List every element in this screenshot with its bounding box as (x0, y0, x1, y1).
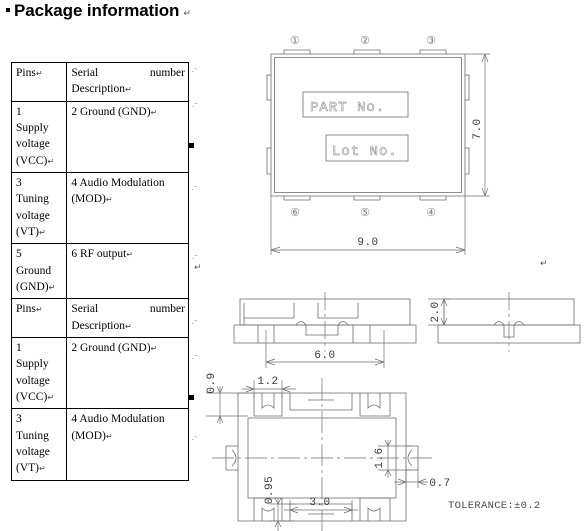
table-row: Pins↵ Serial number Description↵ (10, 62, 189, 102)
dimension-width-9: 9.0 (270, 196, 466, 255)
package-technical-drawing: ① ② ③ PART No. Lot No. ⑥ ⑤ ④ 7.0 9.0 6.0… (206, 35, 581, 531)
cell-cr-mark: ↵ (48, 282, 56, 292)
pin-number-1: ① (290, 35, 300, 47)
dimension-label-pad-width: 1.2 (257, 376, 278, 388)
dimension-label-edge-offset: 0.9 (206, 372, 218, 393)
table-cell-pins-header-2: Pins↵ (10, 298, 68, 338)
dimension-label-side-pad-width: 0.7 (429, 478, 450, 490)
table-cell-pin-5: 5 Ground (GND)↵ (10, 243, 68, 300)
cell-cr-mark: ↵ (39, 464, 46, 474)
cell-cr-mark: ↵ (105, 431, 113, 441)
paragraph-mark-icon: ↵ (183, 8, 191, 18)
dimension-label-pitch: 6.0 (314, 350, 335, 362)
dimension-label-center-pad: 3.0 (309, 497, 330, 509)
cell-cr-mark: ↵ (150, 343, 158, 353)
table-cell-pin-1-b: 1 Supply voltage (VCC)↵ (10, 336, 68, 410)
dimension-thickness-2: 2.0 (428, 298, 450, 326)
table-cell-pin-3: 3 Tuning voltage (VT)↵ (10, 171, 68, 245)
table-cell-pin-3-b: 3 Tuning voltage (VT)↵ (10, 408, 68, 481)
pin-number-2: ② (360, 35, 370, 47)
row-tick-mark: .⁻ (192, 354, 198, 361)
dimension-pad-gap-0-95: 0.95 (264, 476, 294, 531)
cell-cr-mark: ↵ (39, 227, 46, 237)
cell-cr-mark: ↵ (124, 321, 132, 331)
top-view-diagram: ① ② ③ PART No. Lot No. ⑥ ⑤ ④ 7.0 9.0 (266, 35, 490, 255)
row-tick-mark: .⁻ (192, 185, 198, 192)
dimension-pad-width-1-2: 1.2 (242, 376, 296, 398)
row-tick-mark: .⁻ (192, 319, 198, 326)
cell-cr-mark: ↵ (124, 85, 132, 95)
cell-cr-mark: ↵ (126, 250, 133, 260)
table-cell-pin-2-b: 2 Ground (GND)↵ (66, 336, 189, 410)
dimension-edge-offset-0-9: 0.9 (206, 372, 248, 424)
dimension-label-pad-gap: 0.95 (264, 476, 276, 504)
cell-cr-mark: ↵ (35, 69, 43, 78)
part-no-label: PART No. (310, 100, 385, 116)
black-square-marker (189, 395, 194, 400)
dimension-label-side-pad-height: 1.6 (374, 447, 386, 468)
dimension-label-height: 7.0 (472, 118, 484, 139)
pin-description-table: Pins↵ Serial number Description↵ 1 Suppl… (10, 62, 189, 481)
row-tick-mark: .⁻ (192, 102, 198, 109)
table-cell-description-header-2: Serial number Description↵ (66, 298, 189, 338)
table-body: Pins↵ Serial number Description↵ 1 Suppl… (10, 62, 189, 481)
row-tick-mark: .⁻ (192, 435, 198, 442)
table-cell-description-header: Serial number Description↵ (66, 62, 189, 102)
dimension-center-pad-3-0: 3.0 (284, 497, 358, 516)
table-cell-pin-4-b: 4 Audio Modulation (MOD)↵ (66, 408, 189, 481)
table-row: 5 Ground (GND)↵ 6 RF output↵ (10, 243, 189, 300)
table-cell-pin-1: 1 Supply voltage (VCC)↵ (10, 100, 68, 173)
table-cell-pins-header: Pins↵ (10, 62, 68, 102)
dimension-label-width: 9.0 (357, 237, 378, 249)
table-row: 1 Supply voltage (VCC)↵ 2 Ground (GND)↵ (10, 336, 189, 410)
table-row: 1 Supply voltage (VCC)↵ 2 Ground (GND)↵ (10, 100, 189, 173)
cell-cr-mark: ↵ (150, 107, 158, 117)
dimension-side-pad-width-0-7: 0.7 (394, 466, 450, 490)
row-tick-mark: .⁻ (192, 254, 198, 261)
bottom-footprint-view-diagram: 1.2 0.9 1.6 0.7 0.95 3.0 (206, 372, 450, 531)
table-row: Pins↵ Serial number Description↵ (10, 298, 189, 338)
dimension-label-thickness: 2.0 (430, 301, 442, 322)
cell-cr-mark: ↵ (47, 156, 55, 166)
row-tick-mark: .⁻ (192, 67, 198, 74)
table-row: 3 Tuning voltage (VT)↵ 4 Audio Modulatio… (10, 408, 189, 481)
table-cell-pin-2: 2 Ground (GND)↵ (66, 100, 189, 173)
pin-number-3: ③ (426, 35, 436, 47)
black-square-marker (189, 143, 194, 148)
pin-number-6: ⑥ (290, 207, 300, 219)
tolerance-note: TOLERANCE:±0.2 (448, 500, 540, 512)
square-bullet-icon (6, 8, 10, 12)
page-title: Package information (14, 1, 180, 20)
pin-number-4: ④ (426, 207, 436, 219)
table-row: 3 Tuning voltage (VT)↵ 4 Audio Modulatio… (10, 171, 189, 245)
cell-cr-mark: ↵ (35, 305, 43, 315)
right-side-view-diagram: 2.0 (428, 292, 581, 352)
pin-number-5: ⑤ (360, 207, 370, 219)
page-heading: Package information ↵ (6, 1, 191, 21)
table-cell-pin-4: 4 Audio Modulation (MOD)↵ (66, 171, 189, 245)
front-side-view-diagram: 6.0 (233, 292, 417, 368)
cell-cr-mark: ↵ (47, 392, 55, 402)
cell-cr-mark: ↵ (105, 195, 113, 205)
table-cell-pin-6: 6 RF output↵ (66, 243, 189, 300)
lot-no-label: Lot No. (332, 144, 398, 160)
